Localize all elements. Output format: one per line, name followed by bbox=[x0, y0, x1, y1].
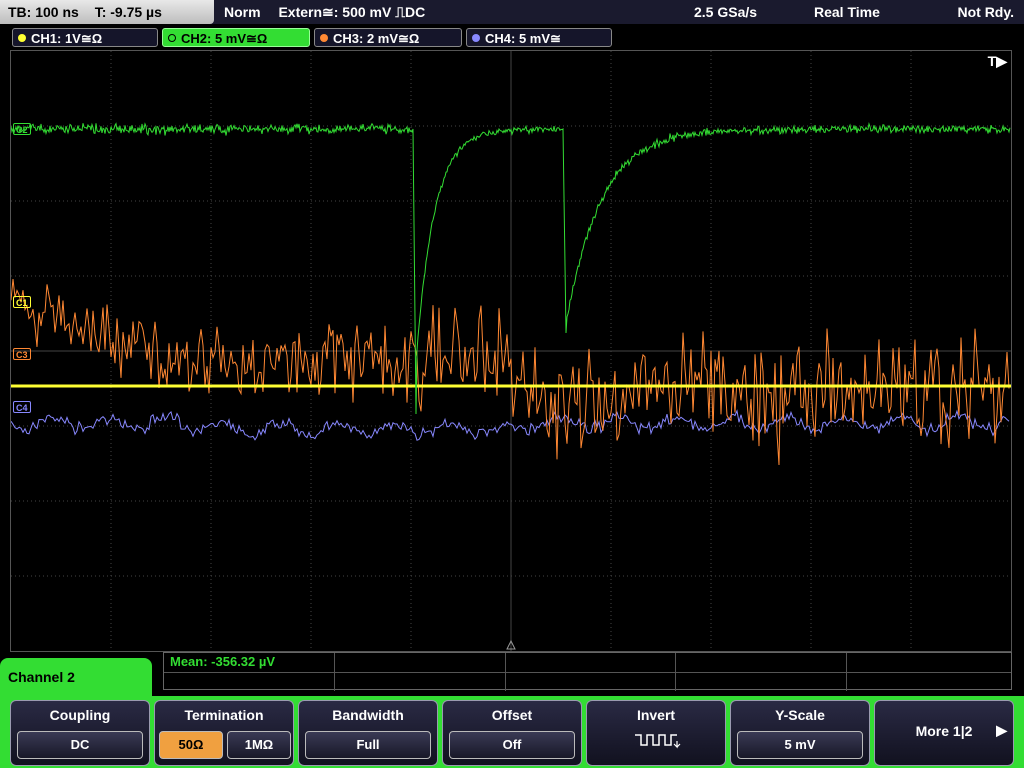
more-label: More 1|2 bbox=[915, 723, 973, 739]
yscale-label: Y-Scale bbox=[775, 707, 825, 723]
acquisition-status: Not Rdy. bbox=[957, 4, 1014, 20]
sample-rate: 2.5 GSa/s bbox=[694, 4, 758, 20]
channel-bar: CH1: 1V≅Ω CH2: 5 mV≅Ω CH3: 2 mV≅Ω CH4: 5… bbox=[0, 26, 1024, 48]
bandwidth-softkey[interactable]: Bandwidth Full bbox=[298, 700, 438, 766]
waveform-display[interactable]: T▶ C2 C1 C3 C4 bbox=[10, 50, 1012, 652]
coupling-label: Coupling bbox=[49, 707, 111, 723]
bandwidth-value-button[interactable]: Full bbox=[305, 731, 431, 759]
channel-2-dot-icon bbox=[168, 34, 176, 42]
coupling-softkey[interactable]: Coupling DC bbox=[10, 700, 150, 766]
channel-3-offset-marker[interactable]: C3 bbox=[13, 348, 31, 360]
termination-label: Termination bbox=[184, 707, 264, 723]
measurement-row bbox=[164, 653, 1011, 673]
termination-1mohm-button[interactable]: 1MΩ bbox=[227, 731, 291, 759]
invert-label: Invert bbox=[636, 707, 676, 723]
trigger-info[interactable]: Norm Extern≅: 500 mV ⎍DC bbox=[224, 0, 439, 24]
top-status-bar: TB: 100 ns T: -9.75 µs Norm Extern≅: 500… bbox=[0, 0, 1024, 24]
yscale-softkey[interactable]: Y-Scale 5 mV bbox=[730, 700, 870, 766]
channel-3-dot-icon bbox=[320, 34, 328, 42]
channel-3-tab[interactable]: CH3: 2 mV≅Ω bbox=[314, 28, 462, 47]
measurement-panel: Mean: -356.32 µV bbox=[163, 652, 1012, 691]
measurement-cell-divider bbox=[334, 653, 335, 691]
channel-2-label: CH2: 5 mV≅Ω bbox=[181, 31, 268, 46]
channel-4-tab[interactable]: CH4: 5 mV≅ bbox=[466, 28, 612, 47]
channel-4-label: CH4: 5 mV≅ bbox=[485, 31, 561, 46]
timebase-box[interactable]: TB: 100 ns T: -9.75 µs bbox=[0, 0, 214, 24]
offset-softkey[interactable]: Offset Off bbox=[442, 700, 582, 766]
channel-3-label: CH3: 2 mV≅Ω bbox=[333, 31, 420, 46]
trigger-time-value: T: -9.75 µs bbox=[94, 4, 162, 20]
more-arrow-icon: ▶ bbox=[996, 722, 1007, 738]
waveform-canvas bbox=[11, 51, 1011, 651]
channel-2-tab[interactable]: CH2: 5 mV≅Ω bbox=[162, 28, 310, 47]
channel-1-label: CH1: 1V≅Ω bbox=[31, 31, 103, 46]
channel-1-offset-marker[interactable]: C1 bbox=[13, 296, 31, 308]
measurement-cell-divider bbox=[675, 653, 676, 691]
trigger-mode: Norm bbox=[224, 4, 261, 20]
trigger-source: Extern≅: 500 mV ⎍DC bbox=[278, 4, 426, 20]
mean-measurement: Mean: -356.32 µV bbox=[170, 654, 276, 669]
menu-title: Channel 2 bbox=[8, 669, 75, 685]
acquisition-mode: Real Time bbox=[814, 4, 880, 20]
channel-3-trace bbox=[11, 279, 1010, 466]
termination-50ohm-button[interactable]: 50Ω bbox=[159, 731, 223, 759]
bandwidth-label: Bandwidth bbox=[332, 707, 404, 723]
offset-label: Offset bbox=[491, 707, 533, 723]
more-softkey[interactable]: More 1|2 ▶ bbox=[874, 700, 1014, 766]
measurement-cell-divider bbox=[846, 653, 847, 691]
measurement-cell-divider bbox=[505, 653, 506, 691]
channel-1-dot-icon bbox=[18, 34, 26, 42]
timebase-value: TB: 100 ns bbox=[8, 4, 79, 20]
coupling-value-button[interactable]: DC bbox=[17, 731, 143, 759]
invert-softkey[interactable]: Invert bbox=[586, 700, 726, 766]
channel-1-tab[interactable]: CH1: 1V≅Ω bbox=[12, 28, 158, 47]
trigger-position-indicator: T▶ bbox=[987, 53, 1007, 69]
channel-4-dot-icon bbox=[472, 34, 480, 42]
termination-softkey[interactable]: Termination 50Ω 1MΩ bbox=[154, 700, 294, 766]
channel-4-trace bbox=[11, 409, 1010, 441]
invert-waveform-icon bbox=[635, 734, 681, 749]
channel-2-offset-marker[interactable]: C2 bbox=[13, 123, 31, 135]
channel-4-offset-marker[interactable]: C4 bbox=[13, 401, 31, 413]
offset-value-button[interactable]: Off bbox=[449, 731, 575, 759]
yscale-value-button[interactable]: 5 mV bbox=[737, 731, 863, 759]
